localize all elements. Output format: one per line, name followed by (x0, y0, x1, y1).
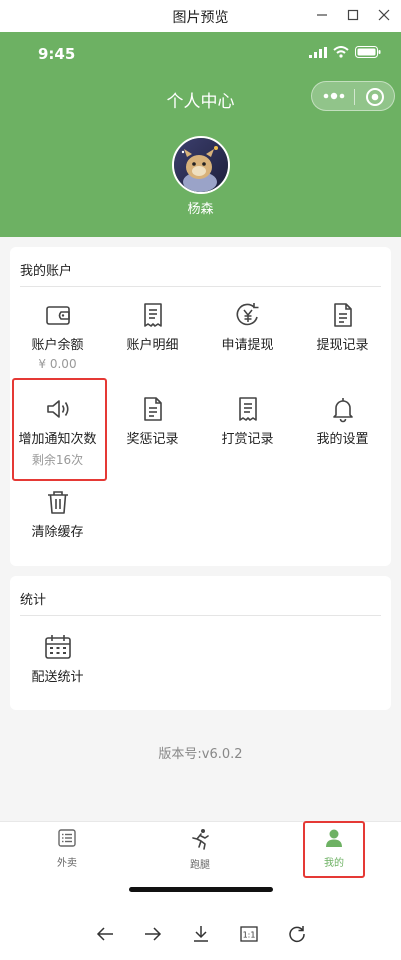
reward-record-icon (143, 397, 162, 421)
reward-record-label: 奖惩记录 (126, 432, 179, 447)
exit-miniapp-icon[interactable] (365, 87, 385, 107)
preview-toolbar: 1:1 (0, 922, 401, 960)
apply-withdraw-label: 申请提现 (221, 338, 274, 353)
divider (20, 286, 381, 287)
avatar[interactable] (172, 136, 230, 194)
wallet-icon (45, 306, 70, 325)
maximize-icon[interactable] (342, 4, 364, 26)
account-balance-label: 账户余额 (31, 338, 84, 353)
signal-icon (309, 46, 327, 58)
back-arrow-icon[interactable] (93, 922, 117, 946)
stats-card: 统计 配送统计 (10, 576, 391, 710)
divider (20, 615, 381, 616)
version-text: 版本号:v6.0.2 (158, 747, 243, 762)
svg-text:1:1: 1:1 (243, 931, 256, 940)
account-detail-item[interactable]: 账户明细 (105, 301, 200, 353)
wifi-icon (333, 46, 349, 58)
annotation-highlight-mine-tab (303, 821, 365, 878)
list-icon (58, 829, 76, 847)
my-settings-label: 我的设置 (316, 432, 369, 447)
apply-withdraw-item[interactable]: 申请提现 (200, 301, 295, 353)
battery-icon (355, 46, 381, 58)
window-titlebar: 图片预览 (0, 0, 401, 32)
close-icon[interactable] (373, 4, 395, 26)
account-balance-item[interactable]: 账户余额 ¥ 0.00 (10, 301, 105, 371)
tip-record-label: 打赏记录 (221, 432, 274, 447)
runner-icon (192, 829, 209, 850)
tip-record-item[interactable]: 打赏记录 (200, 395, 295, 447)
status-icons (309, 46, 381, 58)
clear-cache-item[interactable]: 清除缓存 (10, 488, 105, 540)
reward-record-item[interactable]: 奖惩记录 (105, 395, 200, 447)
phone-screen: 9:45 个人中心 杨森 我的账户 账户余额 ¥ 0.00 账户明细 申请提现 … (0, 32, 401, 922)
forward-arrow-icon[interactable] (141, 922, 165, 946)
bell-icon (332, 398, 353, 423)
minimize-icon[interactable] (311, 4, 333, 26)
window-title: 图片预览 (172, 10, 229, 26)
username: 杨森 (187, 202, 214, 217)
calendar-icon (44, 635, 71, 659)
delivery-stats-item[interactable]: 配送统计 (10, 633, 105, 685)
profile-header: 9:45 个人中心 杨森 (0, 32, 401, 237)
miniapp-capsule (311, 81, 395, 111)
trash-icon (47, 491, 68, 514)
home-indicator (129, 887, 273, 892)
status-time: 9:45 (38, 45, 76, 63)
stats-card-title: 统计 (20, 593, 47, 608)
tip-record-icon (238, 397, 257, 421)
account-detail-label: 账户明细 (126, 338, 179, 353)
more-icon[interactable] (322, 88, 346, 104)
withdraw-record-icon (333, 303, 352, 327)
bill-detail-icon (143, 303, 162, 327)
delivery-stats-label: 配送统计 (31, 670, 84, 685)
withdraw-record-label: 提现记录 (316, 338, 369, 353)
rotate-icon[interactable] (285, 922, 309, 946)
actual-size-icon[interactable]: 1:1 (237, 922, 261, 946)
tab-takeout-label: 外卖 (57, 858, 77, 869)
withdraw-record-item[interactable]: 提现记录 (295, 301, 390, 353)
withdraw-apply-icon (236, 303, 258, 326)
tab-takeout[interactable]: 外卖 (32, 828, 102, 869)
my-settings-item[interactable]: 我的设置 (295, 395, 390, 447)
tab-errand[interactable]: 跑腿 (165, 828, 235, 871)
account-balance-value: ¥ 0.00 (38, 357, 77, 371)
account-card-title: 我的账户 (20, 264, 73, 279)
annotation-highlight-notify (12, 378, 107, 481)
clear-cache-label: 清除缓存 (31, 525, 84, 540)
download-icon[interactable] (189, 922, 213, 946)
tab-errand-label: 跑腿 (190, 860, 210, 871)
